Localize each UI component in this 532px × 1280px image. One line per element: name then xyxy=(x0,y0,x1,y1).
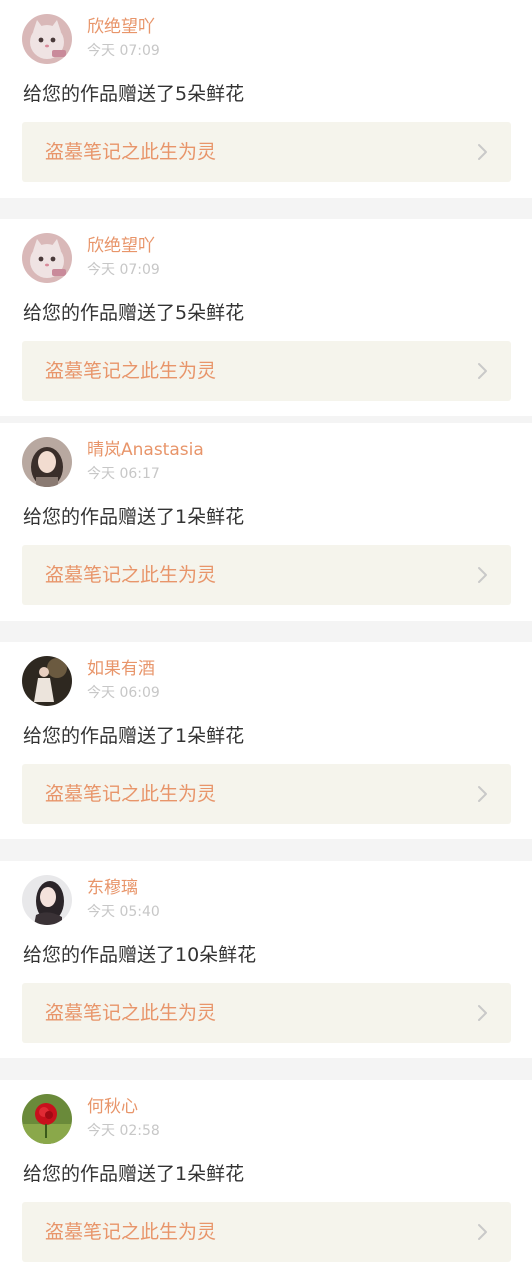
user-avatar[interactable] xyxy=(22,875,72,925)
user-avatar[interactable] xyxy=(22,1094,72,1144)
gift-message: 给您的作品赠送了1朵鲜花 xyxy=(23,725,245,747)
notification-card: 欣绝望吖 今天 07:09 给您的作品赠送了5朵鲜花 盗墓笔记之此生为灵 xyxy=(0,0,532,198)
user-avatar[interactable] xyxy=(22,656,72,706)
notification-card: 何秋心 今天 02:58 给您的作品赠送了1朵鲜花 盗墓笔记之此生为灵 xyxy=(0,1080,532,1280)
work-link[interactable]: 盗墓笔记之此生为灵 xyxy=(22,545,511,605)
notification-card: 如果有酒 今天 06:09 给您的作品赠送了1朵鲜花 盗墓笔记之此生为灵 xyxy=(0,642,532,839)
notification-card: 晴岚Anastasia 今天 06:17 给您的作品赠送了1朵鲜花 盗墓笔记之此… xyxy=(0,423,532,621)
user-name[interactable]: 东穆璃 xyxy=(87,877,138,899)
work-link[interactable]: 盗墓笔记之此生为灵 xyxy=(22,983,511,1043)
cat-avatar-icon xyxy=(22,14,72,64)
user-name[interactable]: 晴岚Anastasia xyxy=(87,439,204,461)
user-name[interactable]: 如果有酒 xyxy=(87,658,155,680)
work-title: 盗墓笔记之此生为灵 xyxy=(45,360,217,382)
portrait-avatar-icon xyxy=(22,875,72,925)
chevron-right-icon xyxy=(475,362,491,380)
chevron-right-icon xyxy=(475,143,491,161)
notification-card: 欣绝望吖 今天 07:09 给您的作品赠送了5朵鲜花 盗墓笔记之此生为灵 xyxy=(0,219,532,416)
work-title: 盗墓笔记之此生为灵 xyxy=(45,564,217,586)
timestamp: 今天 06:17 xyxy=(87,466,160,482)
user-name[interactable]: 何秋心 xyxy=(87,1096,138,1118)
chevron-right-icon xyxy=(475,785,491,803)
work-link[interactable]: 盗墓笔记之此生为灵 xyxy=(22,122,511,182)
dress-girl-avatar-icon xyxy=(22,656,72,706)
work-title: 盗墓笔记之此生为灵 xyxy=(45,1002,217,1024)
cat-avatar-icon xyxy=(22,233,72,283)
timestamp: 今天 05:40 xyxy=(87,904,160,920)
work-title: 盗墓笔记之此生为灵 xyxy=(45,1221,217,1243)
timestamp: 今天 06:09 xyxy=(87,685,160,701)
work-link[interactable]: 盗墓笔记之此生为灵 xyxy=(22,341,511,401)
work-title: 盗墓笔记之此生为灵 xyxy=(45,783,217,805)
chevron-right-icon xyxy=(475,1223,491,1241)
user-name[interactable]: 欣绝望吖 xyxy=(87,235,155,257)
work-title: 盗墓笔记之此生为灵 xyxy=(45,141,217,163)
chevron-right-icon xyxy=(475,566,491,584)
notification-card: 东穆璃 今天 05:40 给您的作品赠送了10朵鲜花 盗墓笔记之此生为灵 xyxy=(0,861,532,1058)
work-link[interactable]: 盗墓笔记之此生为灵 xyxy=(22,1202,511,1262)
timestamp: 今天 07:09 xyxy=(87,262,160,278)
gift-message: 给您的作品赠送了5朵鲜花 xyxy=(23,83,245,105)
gift-message: 给您的作品赠送了5朵鲜花 xyxy=(23,302,245,324)
gift-message: 给您的作品赠送了10朵鲜花 xyxy=(23,944,257,966)
timestamp: 今天 02:58 xyxy=(87,1123,160,1139)
user-avatar[interactable] xyxy=(22,14,72,64)
girl-avatar-icon xyxy=(22,437,72,487)
user-avatar[interactable] xyxy=(22,437,72,487)
gift-message: 给您的作品赠送了1朵鲜花 xyxy=(23,506,245,528)
work-link[interactable]: 盗墓笔记之此生为灵 xyxy=(22,764,511,824)
user-name[interactable]: 欣绝望吖 xyxy=(87,16,155,38)
timestamp: 今天 07:09 xyxy=(87,43,160,59)
gift-message: 给您的作品赠送了1朵鲜花 xyxy=(23,1163,245,1185)
rose-avatar-icon xyxy=(22,1094,72,1144)
chevron-right-icon xyxy=(475,1004,491,1022)
user-avatar[interactable] xyxy=(22,233,72,283)
